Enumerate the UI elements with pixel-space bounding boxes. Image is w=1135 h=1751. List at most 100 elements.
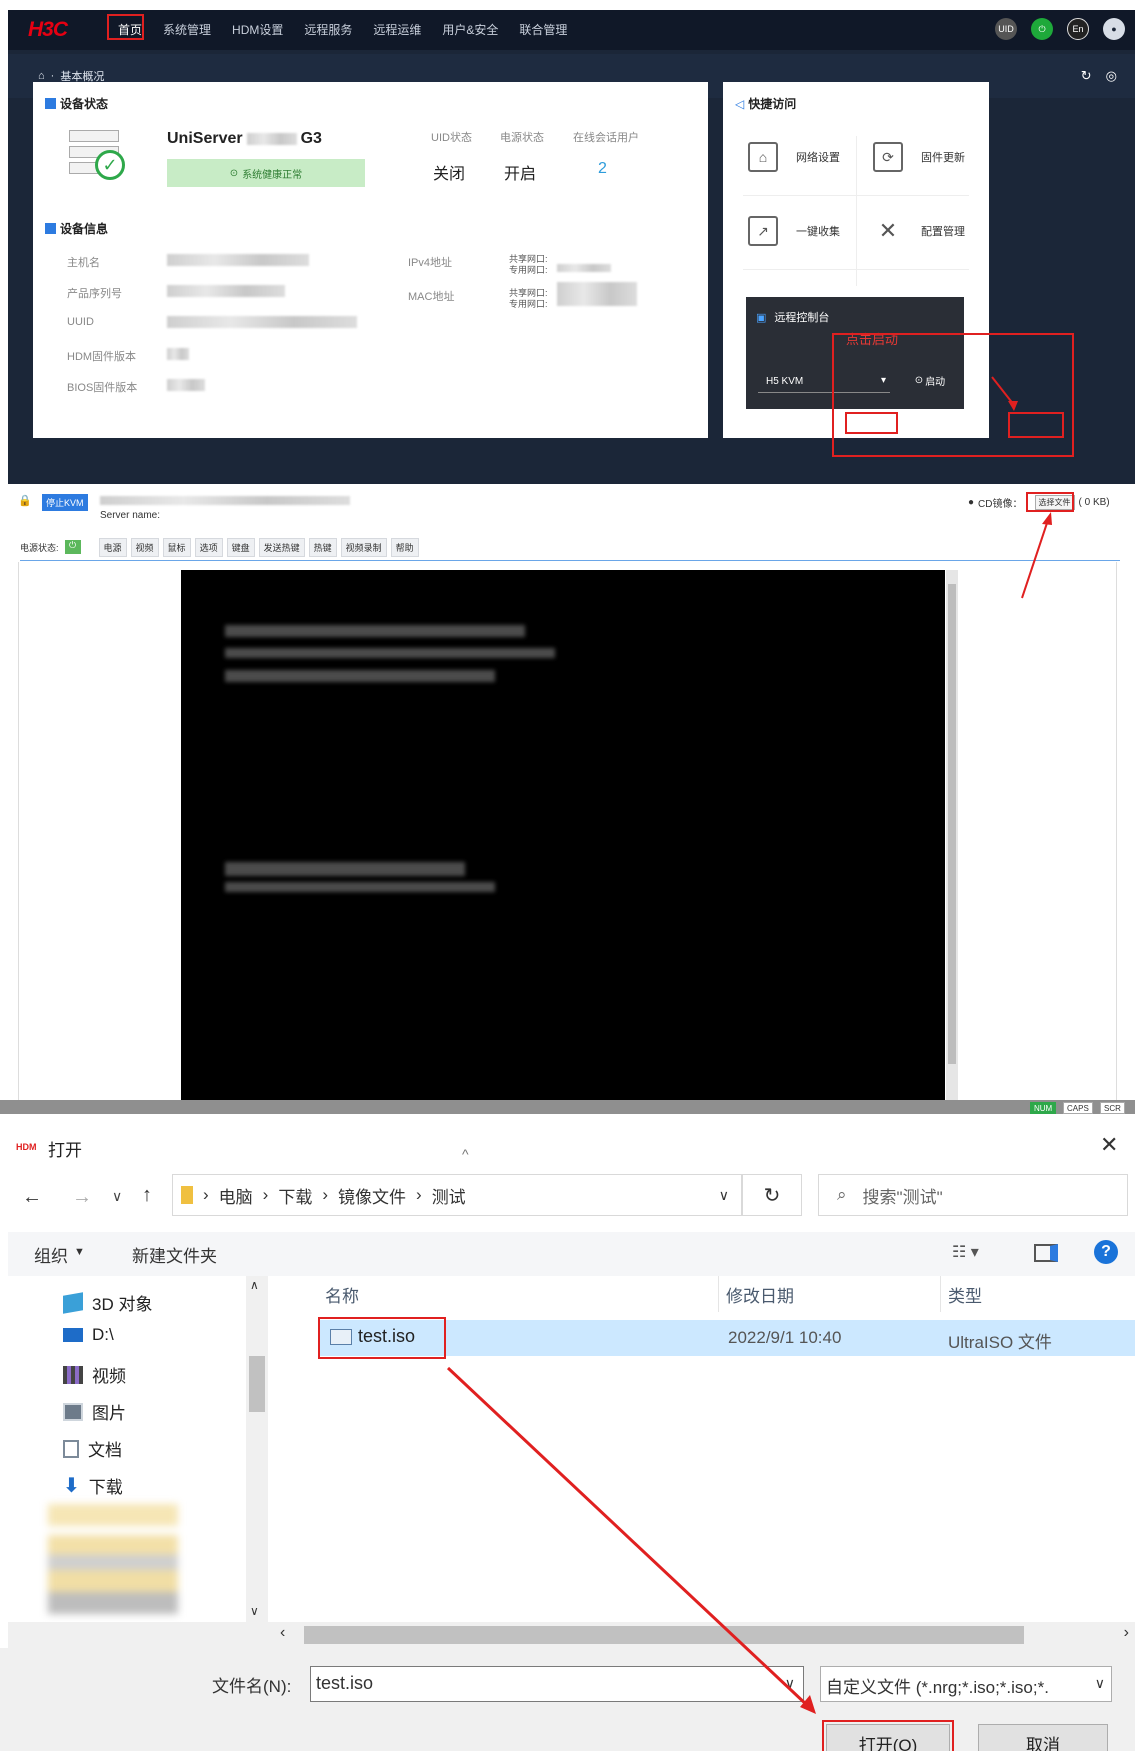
settings-icon[interactable]: ◎ xyxy=(1106,68,1117,84)
help-icon[interactable]: ? xyxy=(1094,1240,1118,1264)
organize-menu[interactable]: 组织 ▼ xyxy=(34,1242,85,1267)
hdm-fw-value-redacted xyxy=(167,348,189,360)
recent-locations-icon[interactable]: ∨ xyxy=(112,1188,122,1205)
quick-one-click-collect[interactable]: ↗ 一键收集 xyxy=(748,216,840,246)
refresh-icon: ↻ xyxy=(763,1184,781,1207)
nav-home[interactable]: 首页 xyxy=(118,10,142,50)
nav-federation[interactable]: 联合管理 xyxy=(519,10,567,50)
bios-fw-value-redacted xyxy=(167,379,205,391)
open-button[interactable]: 打开(O) xyxy=(826,1724,950,1751)
sidebar-item-documents[interactable]: 文档 xyxy=(63,1436,122,1461)
health-badge: ⊙ 系统健康正常 xyxy=(167,159,365,187)
uid-status-value: 关闭 xyxy=(433,166,466,183)
nav-hdm-settings[interactable]: HDM设置 xyxy=(232,10,283,50)
menu-options[interactable]: 选项 xyxy=(194,537,223,557)
caps-lock-indicator: CAPS xyxy=(1063,1102,1093,1114)
screen-text-redacted-1 xyxy=(225,625,525,637)
column-name[interactable]: 名称 xyxy=(325,1282,359,1307)
menu-hotkey[interactable]: 热键 xyxy=(308,537,337,557)
menu-power[interactable]: 电源 xyxy=(98,537,127,557)
screen-text-redacted-2 xyxy=(225,648,555,658)
search-input[interactable]: ⌕ 搜索"测试" xyxy=(818,1174,1128,1216)
path-dropdown-icon[interactable]: ∨ xyxy=(719,1187,729,1204)
download-arrow-icon: ⬇ xyxy=(63,1475,80,1497)
scroll-lock-indicator: SCR xyxy=(1100,1102,1125,1114)
path-image-files[interactable]: 镜像文件 xyxy=(338,1183,406,1208)
forward-arrow-icon[interactable]: → xyxy=(72,1186,92,1209)
column-type[interactable]: 类型 xyxy=(948,1282,982,1307)
nav-system[interactable]: 系统管理 xyxy=(163,10,211,50)
kvm-scrollbar[interactable] xyxy=(946,570,958,1102)
sidebar-item-d-drive[interactable]: D:\ xyxy=(63,1325,114,1345)
tools-icon: ✕ xyxy=(878,218,898,243)
stop-kvm-button[interactable]: 停止KVM xyxy=(42,494,88,511)
sidebar-scrollbar[interactable]: ∧ ∨ xyxy=(246,1276,268,1622)
power-on-indicator-icon: ⏻ xyxy=(64,540,81,554)
menu-help[interactable]: 帮助 xyxy=(390,537,419,557)
view-options-icon[interactable]: ☷ ▾ xyxy=(952,1242,979,1262)
nav-user-security[interactable]: 用户&安全 xyxy=(442,10,498,50)
dialog-title: 打开 xyxy=(48,1141,82,1160)
sidebar-item-videos[interactable]: 视频 xyxy=(63,1362,126,1387)
film-icon xyxy=(63,1365,83,1384)
language-icon[interactable]: En xyxy=(1067,18,1089,40)
path-downloads[interactable]: 下载 xyxy=(278,1183,312,1208)
hostname-label: 主机名 xyxy=(67,257,100,269)
menu-keyboard[interactable]: 键盘 xyxy=(226,537,255,557)
h3c-logo: H3C xyxy=(28,18,68,41)
kvm-remote-screen[interactable] xyxy=(181,570,945,1102)
quick-config-manage[interactable]: ✕ 配置管理 xyxy=(873,216,965,246)
kvm-type-select[interactable]: H5 KVM ▾ xyxy=(758,371,890,393)
device-status-title: 设备状态 xyxy=(45,95,108,112)
menu-video[interactable]: 视频 xyxy=(130,537,159,557)
address-bar[interactable]: › 电脑 › 下载 › 镜像文件 › 测试 ∨ xyxy=(172,1174,742,1216)
play-circle-icon: ⊙ xyxy=(914,374,924,386)
device-info-title: 设备信息 xyxy=(45,220,108,237)
cd-image-row: ● CD镜像： 选择文件 ( 0 KB) xyxy=(968,495,1110,510)
launch-button[interactable]: ⊙ 启动 xyxy=(908,369,952,391)
file-name[interactable]: test.iso xyxy=(358,1326,415,1347)
file-type-filter-select[interactable]: 自定义文件 (*.nrg;*.iso;*.iso;*. ∨ xyxy=(820,1666,1112,1702)
nav-remote-ops[interactable]: 远程运维 xyxy=(373,10,421,50)
up-arrow-icon[interactable]: ↑ xyxy=(142,1184,152,1207)
quick-network-settings[interactable]: ⌂ 网络设置 xyxy=(748,142,840,172)
back-arrow-icon[interactable]: ← xyxy=(22,1186,42,1209)
hdm-fw-label: HDM固件版本 xyxy=(67,351,137,363)
menu-send-hotkey[interactable]: 发送热键 xyxy=(258,537,305,557)
remote-console-title: ▣ 远程控制台 xyxy=(756,311,830,325)
new-folder-button[interactable]: 新建文件夹 xyxy=(132,1242,217,1267)
sidebar-item-downloads[interactable]: ⬇ 下载 xyxy=(63,1473,123,1498)
info-icon xyxy=(45,223,56,234)
user-avatar-icon[interactable]: ● xyxy=(1103,18,1125,40)
sidebar-item-pictures[interactable]: 图片 xyxy=(63,1399,126,1424)
cancel-button[interactable]: 取消 xyxy=(978,1724,1108,1751)
refresh-icon[interactable]: ↻ xyxy=(1081,68,1092,84)
menu-mouse[interactable]: 鼠标 xyxy=(162,537,191,557)
uid-icon[interactable]: UID xyxy=(995,18,1017,40)
path-test[interactable]: 测试 xyxy=(432,1183,466,1208)
power-status-label: 电源状态 xyxy=(500,132,544,144)
online-sessions-label: 在线会话用户 xyxy=(573,132,639,144)
choose-file-button[interactable]: 选择文件 xyxy=(1034,495,1075,510)
column-date[interactable]: 修改日期 xyxy=(726,1282,794,1307)
nav-remote-service[interactable]: 远程服务 xyxy=(304,10,352,50)
home-icon[interactable]: ⌂ xyxy=(38,70,45,82)
sidebar-redacted-items xyxy=(48,1504,178,1614)
drive-icon xyxy=(63,1328,83,1342)
menu-video-record[interactable]: 视频录制 xyxy=(340,537,387,557)
online-sessions-value[interactable]: 2 xyxy=(598,160,607,178)
quick-firmware-update[interactable]: ⟳ 固件更新 xyxy=(873,142,965,172)
power-icon[interactable]: ⏻ xyxy=(1031,18,1053,40)
arrow-annotation-2 xyxy=(1021,512,1052,599)
table-row[interactable]: test.iso 2022/9/1 10:40 UltraISO 文件 xyxy=(318,1320,1135,1356)
search-icon: ⌕ xyxy=(837,1185,847,1204)
sidebar-item-3d-objects[interactable]: 3D 对象 xyxy=(63,1290,152,1315)
firmware-update-icon: ⟳ xyxy=(873,142,903,172)
path-computer[interactable]: 电脑 xyxy=(219,1183,253,1208)
close-icon[interactable]: ✕ xyxy=(1100,1132,1118,1158)
refresh-button[interactable]: ↻ xyxy=(742,1174,802,1216)
server-address-redacted xyxy=(100,496,350,505)
preview-pane-icon[interactable] xyxy=(1034,1244,1058,1262)
lock-icon: 🔒 xyxy=(18,495,32,507)
network-icon: ⌂ xyxy=(748,142,778,172)
